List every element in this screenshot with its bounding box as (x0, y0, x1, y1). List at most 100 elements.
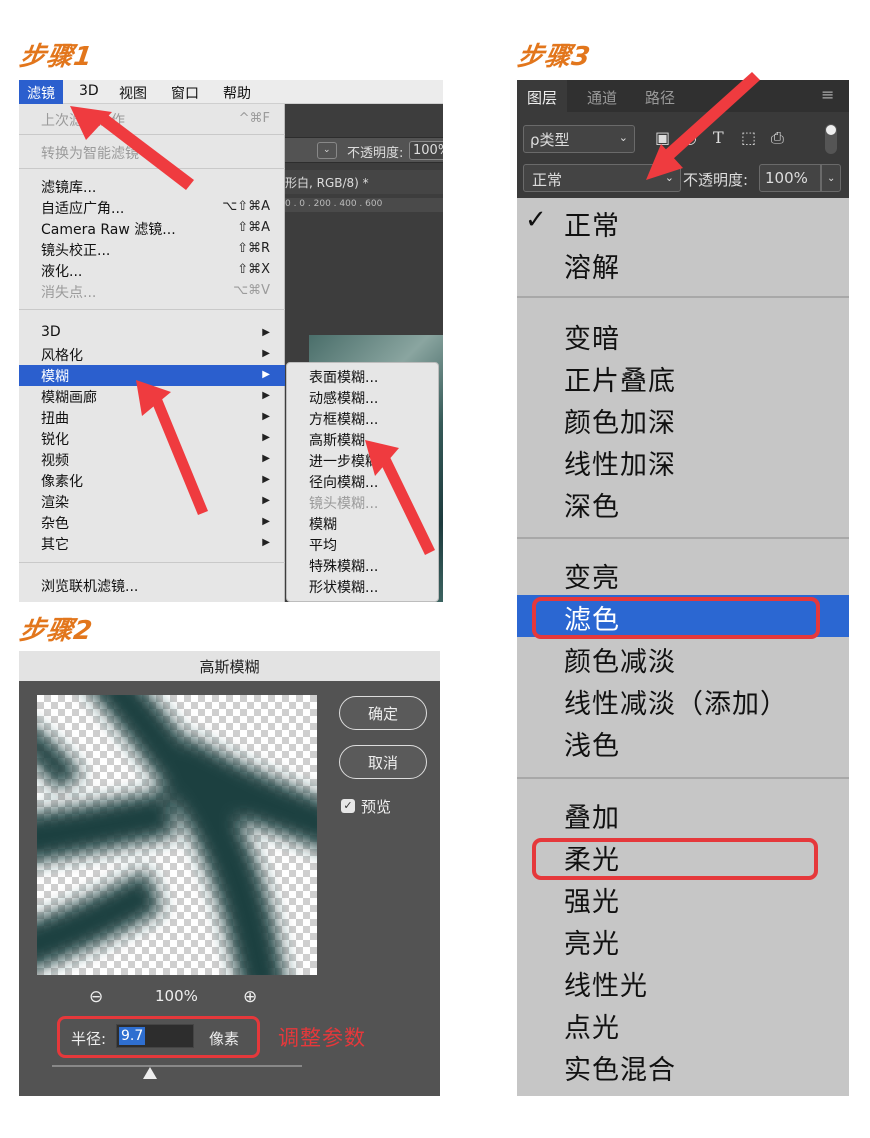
layers-blend-mode-screenshot: 图层 通道 路径 ≡ ρ类型 ⌄ ▣ ◐ T ⬚ ⎙ 正常 ⌄ 不透明度: 10… (517, 80, 849, 1096)
layer-kind-filter[interactable]: ρ类型 ⌄ (523, 125, 635, 153)
options-bar: ⌄ 不透明度: 100% (283, 137, 443, 163)
submenu-arrow-icon: ▶ (262, 516, 270, 527)
menu-item-blur[interactable]: 模糊 (41, 366, 69, 386)
opacity-field[interactable]: 100% (409, 141, 443, 160)
menu-item-render[interactable]: 渲染 (41, 492, 69, 512)
menu-item-pixelate[interactable]: 像素化 (41, 471, 83, 491)
zoom-out-icon[interactable]: ⊖ (89, 987, 103, 1007)
blend-multiply[interactable]: 正片叠底 (564, 359, 676, 398)
dialog-title: 高斯模糊 (19, 651, 440, 681)
tab-channels[interactable]: 通道 (587, 87, 617, 108)
blend-darken[interactable]: 变暗 (564, 317, 620, 356)
menu-item-liquify[interactable]: 液化... (41, 261, 82, 281)
opacity-label: 不透明度: (683, 171, 749, 189)
shape-filter-icon[interactable]: ⬚ (741, 128, 756, 147)
blend-overlay[interactable]: 叠加 (564, 796, 620, 835)
separator (517, 777, 849, 779)
shortcut-vanishing: ⌥⌘V (233, 283, 270, 298)
submenu-item-average[interactable]: 平均 (309, 535, 337, 555)
menu-item-other[interactable]: 其它 (41, 534, 69, 554)
blend-pin-light[interactable]: 点光 (564, 1006, 620, 1045)
menu-item-last-filter: 上次滤镜操作 (41, 113, 125, 129)
menu-filter[interactable]: 滤镜 (19, 80, 63, 104)
menu-item-blur-gallery[interactable]: 模糊画廊 (41, 387, 97, 407)
panel-menu-icon[interactable]: ≡ (821, 85, 834, 104)
ruler: 0 . 0 . 200 . 400 . 600 (283, 198, 443, 212)
submenu-item-smart-blur[interactable]: 特殊模糊... (309, 556, 378, 576)
submenu-item-box-blur[interactable]: 方框模糊... (309, 409, 378, 429)
shortcut-last-filter: ^⌘F (238, 111, 270, 126)
menu-item-3d[interactable]: 3D (41, 324, 61, 340)
menu-item-camera-raw[interactable]: Camera Raw 滤镜... (41, 219, 176, 239)
blur-preview[interactable] (37, 695, 317, 975)
image-filter-icon[interactable]: ▣ (655, 128, 670, 147)
blend-lighten[interactable]: 变亮 (564, 556, 620, 595)
separator (517, 296, 849, 298)
shortcut-lens: ⇧⌘R (237, 241, 270, 256)
type-filter-icon[interactable]: T (713, 128, 724, 147)
step2-title: 步骤2 (17, 616, 95, 646)
chevron-down-icon: ⌄ (664, 171, 674, 184)
blend-linear-burn[interactable]: 线性加深 (564, 443, 676, 482)
menu-item-stylize[interactable]: 风格化 (41, 345, 83, 365)
menu-item-noise[interactable]: 杂色 (41, 513, 69, 533)
blend-normal[interactable]: 正常 (564, 204, 620, 243)
screen-highlight-box (532, 597, 820, 639)
menu-item-adaptive[interactable]: 自适应广角... (41, 198, 124, 218)
menu-item-distort[interactable]: 扭曲 (41, 408, 69, 428)
submenu-item-blur-more[interactable]: 进一步模糊 (309, 451, 379, 471)
blend-hard-mix[interactable]: 实色混合 (564, 1048, 676, 1087)
menu-window[interactable]: 窗口 (171, 83, 199, 103)
ok-button[interactable]: 确定 (339, 696, 427, 730)
blend-mode-value: 正常 (532, 171, 563, 189)
menu-view[interactable]: 视图 (119, 83, 147, 103)
adjustment-filter-icon[interactable]: ◐ (683, 128, 697, 147)
blend-color-burn[interactable]: 颜色加深 (564, 401, 676, 440)
chevron-down-icon[interactable]: ⌄ (317, 142, 337, 159)
blend-darker-color[interactable]: 深色 (564, 485, 620, 524)
menu-item-browse-online[interactable]: 浏览联机滤镜... (41, 576, 138, 596)
blend-linear-light[interactable]: 线性光 (564, 964, 648, 1003)
submenu-item-shape-blur[interactable]: 形状模糊... (309, 577, 378, 597)
menu-item-sharpen[interactable]: 锐化 (41, 429, 69, 449)
submenu-arrow-icon: ▶ (262, 327, 270, 338)
submenu-item-surface-blur[interactable]: 表面模糊... (309, 367, 378, 387)
preview-label: 预览 (361, 798, 392, 816)
preview-checkbox[interactable]: ✓ (341, 799, 355, 813)
menu-item-lens[interactable]: 镜头校正... (41, 240, 110, 260)
zoom-in-icon[interactable]: ⊕ (243, 987, 257, 1007)
blend-lighter-color[interactable]: 浅色 (564, 724, 620, 763)
menu-item-gallery[interactable]: 滤镜库... (41, 177, 96, 197)
blend-mode-select[interactable]: 正常 ⌄ (523, 164, 681, 192)
shortcut-adaptive: ⌥⇧⌘A (222, 199, 270, 214)
submenu-item-motion-blur[interactable]: 动感模糊... (309, 388, 378, 408)
filter-toggle[interactable] (825, 124, 837, 154)
tab-layers[interactable]: 图层 (517, 80, 568, 112)
blend-color-dodge[interactable]: 颜色减淡 (564, 640, 676, 679)
submenu-item-radial-blur[interactable]: 径向模糊... (309, 472, 378, 492)
chevron-down-icon[interactable]: ⌄ (821, 164, 841, 192)
menu-item-video[interactable]: 视频 (41, 450, 69, 470)
blend-vivid-light[interactable]: 亮光 (564, 922, 620, 961)
submenu-item-gaussian-blur[interactable]: 高斯模糊... (309, 430, 378, 450)
step3-title: 步骤3 (515, 42, 593, 72)
menu-item-vanishing: 消失点... (41, 285, 97, 301)
layers-panel: 图层 通道 路径 ≡ ρ类型 ⌄ ▣ ◐ T ⬚ ⎙ 正常 ⌄ 不透明度: 10… (517, 80, 849, 198)
radius-slider[interactable] (52, 1065, 302, 1067)
menu-help[interactable]: 帮助 (223, 83, 251, 103)
annotation-adjust-params: 调整参数 (278, 1026, 366, 1050)
tab-paths[interactable]: 路径 (645, 87, 675, 108)
menu-3d[interactable]: 3D (79, 83, 99, 99)
slider-thumb[interactable] (143, 1067, 157, 1079)
blend-dissolve[interactable]: 溶解 (564, 246, 620, 285)
smart-object-filter-icon[interactable]: ⎙ (771, 128, 784, 148)
opacity-field[interactable]: 100% (759, 164, 821, 192)
radius-input[interactable]: 9.7 (116, 1024, 194, 1048)
blend-linear-dodge[interactable]: 线性减淡（添加） (564, 682, 788, 721)
cancel-button[interactable]: 取消 (339, 745, 427, 779)
menu-item-smart-filter: 转换为智能滤镜 (41, 146, 139, 162)
submenu-item-blur[interactable]: 模糊 (309, 514, 337, 534)
checkmark-icon: ✓ (525, 205, 547, 235)
blend-hard-light[interactable]: 强光 (564, 880, 620, 919)
document-tab[interactable]: 形白, RGB/8) * (283, 170, 443, 194)
